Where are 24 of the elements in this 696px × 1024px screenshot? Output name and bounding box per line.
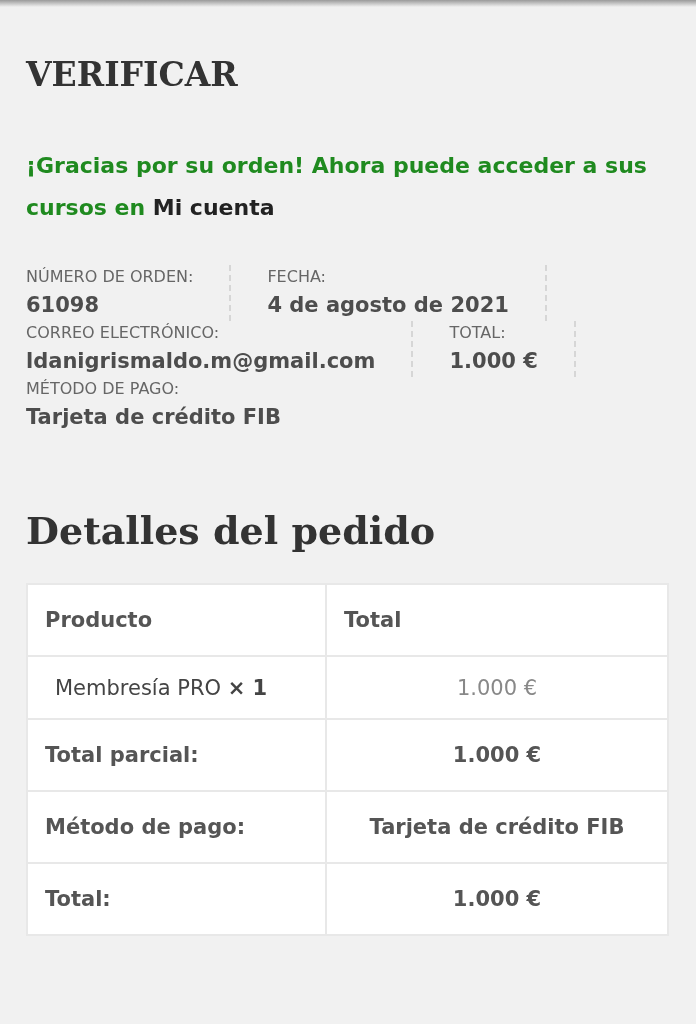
page-title: VERIFICAR (26, 54, 239, 96)
table-cell: Método de pago: (27, 791, 326, 863)
table-cell: Total: (27, 863, 326, 935)
thank-you-message: ¡Gracias por su orden! Ahora puede acceder a sus cursos en Mi cuenta (26, 152, 648, 222)
account-link[interactable]: Mi cuenta (152, 195, 275, 220)
overview-value: 1.000 € (449, 348, 538, 375)
table-cell: 1.000 € (326, 863, 668, 935)
overview-label: NÚMERO DE ORDEN: (26, 266, 194, 288)
table-cell: Total parcial: (27, 719, 326, 791)
overview-label: CORREO ELECTRÓNICO: (26, 322, 221, 344)
overview-label: MÉTODO DE PAGO: (26, 378, 181, 400)
table-cell: 1.000 € (326, 656, 668, 719)
overview-value: ldanigrismaldo.m@gmail.com (26, 348, 376, 375)
table-cell: Membresía PRO × 1 (27, 656, 326, 719)
table-cell: Tarjeta de crédito FIB (326, 791, 668, 863)
overview-value: 4 de agosto de 2021 (267, 292, 509, 319)
section-heading: Detalles del pedido (26, 507, 437, 555)
table-cell: 1.000 € (326, 719, 668, 791)
column-header: Producto (27, 584, 326, 656)
overview-label: TOTAL: (449, 322, 507, 344)
column-header: Total (326, 584, 668, 656)
overview-value: Tarjeta de crédito FIB (26, 404, 281, 431)
overview-value: 61098 (26, 292, 101, 319)
overview-label: FECHA: (267, 266, 327, 288)
